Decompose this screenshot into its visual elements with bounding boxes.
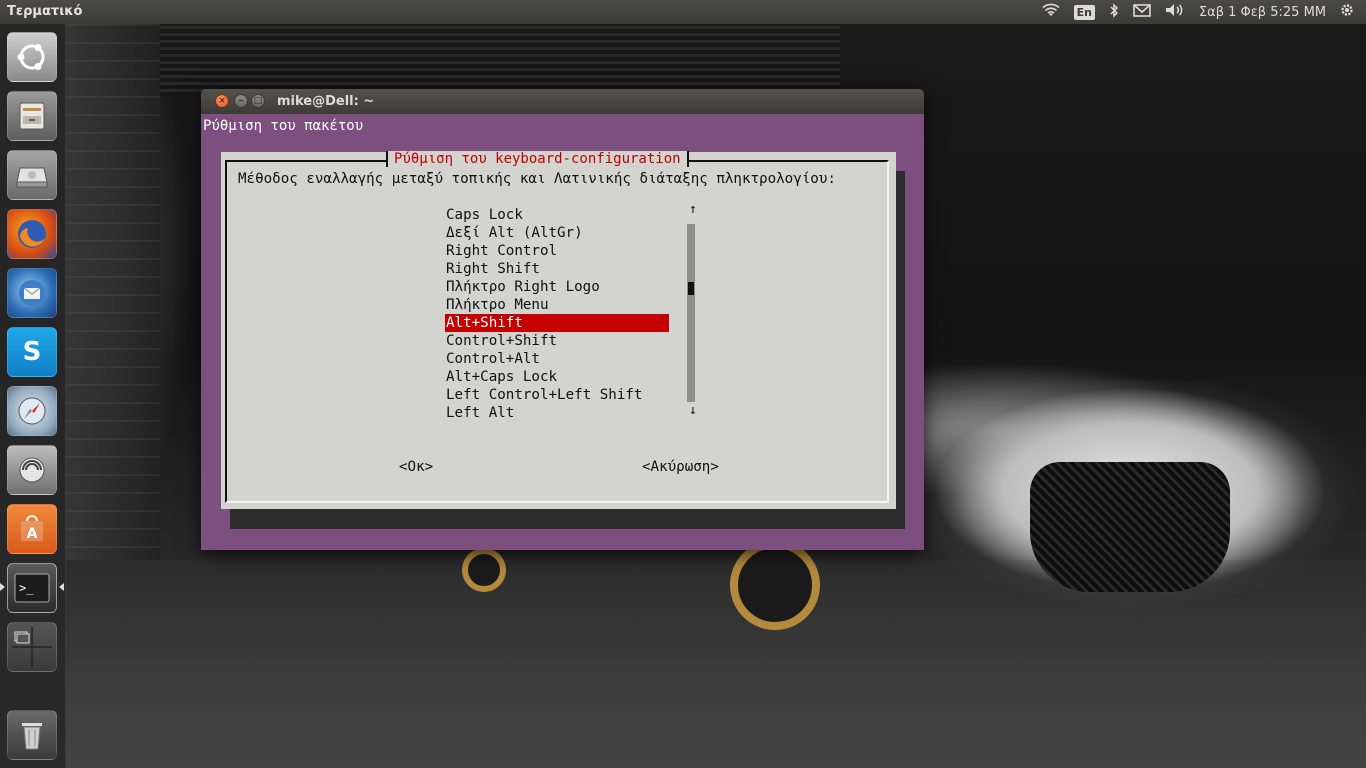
option-item[interactable]: Alt+Caps Lock xyxy=(445,368,695,386)
software-updater-icon[interactable] xyxy=(7,445,57,495)
option-item[interactable]: Control+Alt xyxy=(445,350,695,368)
workspace-switcher-icon[interactable] xyxy=(7,622,57,672)
scroll-up-arrow-icon[interactable]: ↑ xyxy=(689,202,697,217)
option-item[interactable]: Πλήκτρο Menu xyxy=(445,296,695,314)
maximize-window-button[interactable]: □ xyxy=(251,94,265,108)
option-item[interactable]: Caps Lock xyxy=(445,206,695,224)
window-title: mike@Dell: ~ xyxy=(277,94,375,109)
clock[interactable]: Σαβ 1 Φεβ 5:25 MM xyxy=(1199,5,1326,20)
wallpaper-garage-door xyxy=(160,26,840,96)
focused-indicator xyxy=(59,583,64,591)
scrollbar-thumb[interactable] xyxy=(688,282,694,295)
terminal-icon[interactable]: >_ xyxy=(7,563,57,613)
option-item[interactable]: Left Alt xyxy=(445,404,695,422)
scroll-down-arrow-icon[interactable]: ↓ xyxy=(689,403,697,418)
window-titlebar[interactable]: × – □ mike@Dell: ~ xyxy=(201,89,924,114)
skype-icon[interactable]: S xyxy=(7,327,57,377)
wifi-icon[interactable] xyxy=(1042,3,1060,21)
disks-icon[interactable] xyxy=(7,150,57,200)
option-item-selected[interactable]: Alt+Shift xyxy=(445,314,669,332)
svg-text:A: A xyxy=(27,526,38,542)
safari-compass-icon[interactable] xyxy=(7,386,57,436)
minimize-icon: – xyxy=(238,96,244,106)
option-item[interactable]: Control+Shift xyxy=(445,332,695,350)
option-item[interactable]: Right Shift xyxy=(445,260,695,278)
mail-icon[interactable] xyxy=(1133,3,1151,21)
wallpaper-brick-wall xyxy=(65,24,160,644)
terminal-content[interactable]: Ρύθμιση του πακέτου Ρύθμιση του keyboard… xyxy=(201,114,924,550)
trash-icon[interactable] xyxy=(7,710,57,760)
active-app-title[interactable]: Τερματικό xyxy=(7,4,82,19)
thunderbird-icon[interactable] xyxy=(7,268,57,318)
option-item[interactable]: Right Control xyxy=(445,242,695,260)
terminal-window: × – □ mike@Dell: ~ Ρύθμιση του πακέτου Ρ… xyxy=(201,89,924,550)
wallpaper-car-grille xyxy=(1030,462,1230,592)
running-indicator xyxy=(0,583,5,591)
option-item[interactable]: Left Control+Left Shift xyxy=(445,386,695,404)
dialog-title: Ρύθμιση του keyboard-configuration xyxy=(386,151,689,167)
debconf-dialog: Ρύθμιση του keyboard-configuration Μέθοδ… xyxy=(221,151,896,509)
wallpaper-car-wheel-rear xyxy=(462,548,506,592)
bluetooth-icon[interactable] xyxy=(1109,2,1119,22)
launcher: S A >_ xyxy=(0,24,66,768)
firefox-icon[interactable] xyxy=(7,209,57,259)
keyboard-language-indicator[interactable]: En xyxy=(1073,4,1095,20)
volume-icon[interactable] xyxy=(1165,3,1185,21)
scrollbar-track[interactable] xyxy=(687,224,695,402)
option-item[interactable]: Πλήκτρο Right Logo xyxy=(445,278,695,296)
system-gear-icon[interactable] xyxy=(1340,3,1354,21)
cancel-button[interactable]: <Ακύρωση> xyxy=(642,459,719,475)
close-icon: × xyxy=(218,96,226,106)
ok-button[interactable]: <Οκ> xyxy=(399,459,433,475)
ubuntu-dash-icon[interactable] xyxy=(7,32,57,82)
indicator-area: En Σαβ 1 Φεβ 5:25 MM xyxy=(1042,0,1354,24)
software-center-icon[interactable]: A xyxy=(7,504,57,554)
option-item[interactable]: Δεξί Alt (AltGr) xyxy=(445,224,695,242)
close-window-button[interactable]: × xyxy=(215,94,229,108)
wallpaper-car-wheel xyxy=(730,540,820,630)
maximize-icon: □ xyxy=(253,96,263,106)
debconf-header: Ρύθμιση του πακέτου xyxy=(203,118,364,134)
top-panel: Τερματικό En Σαβ 1 Φεβ 5:25 MM xyxy=(0,0,1366,24)
minimize-window-button[interactable]: – xyxy=(234,94,248,108)
option-list[interactable]: Caps Lock Δεξί Alt (AltGr) Right Control… xyxy=(445,206,695,422)
svg-text:>_: >_ xyxy=(19,581,34,595)
files-cabinet-icon[interactable] xyxy=(7,91,57,141)
dialog-prompt: Μέθοδος εναλλαγής μεταξύ τοπικής και Λατ… xyxy=(238,171,836,187)
